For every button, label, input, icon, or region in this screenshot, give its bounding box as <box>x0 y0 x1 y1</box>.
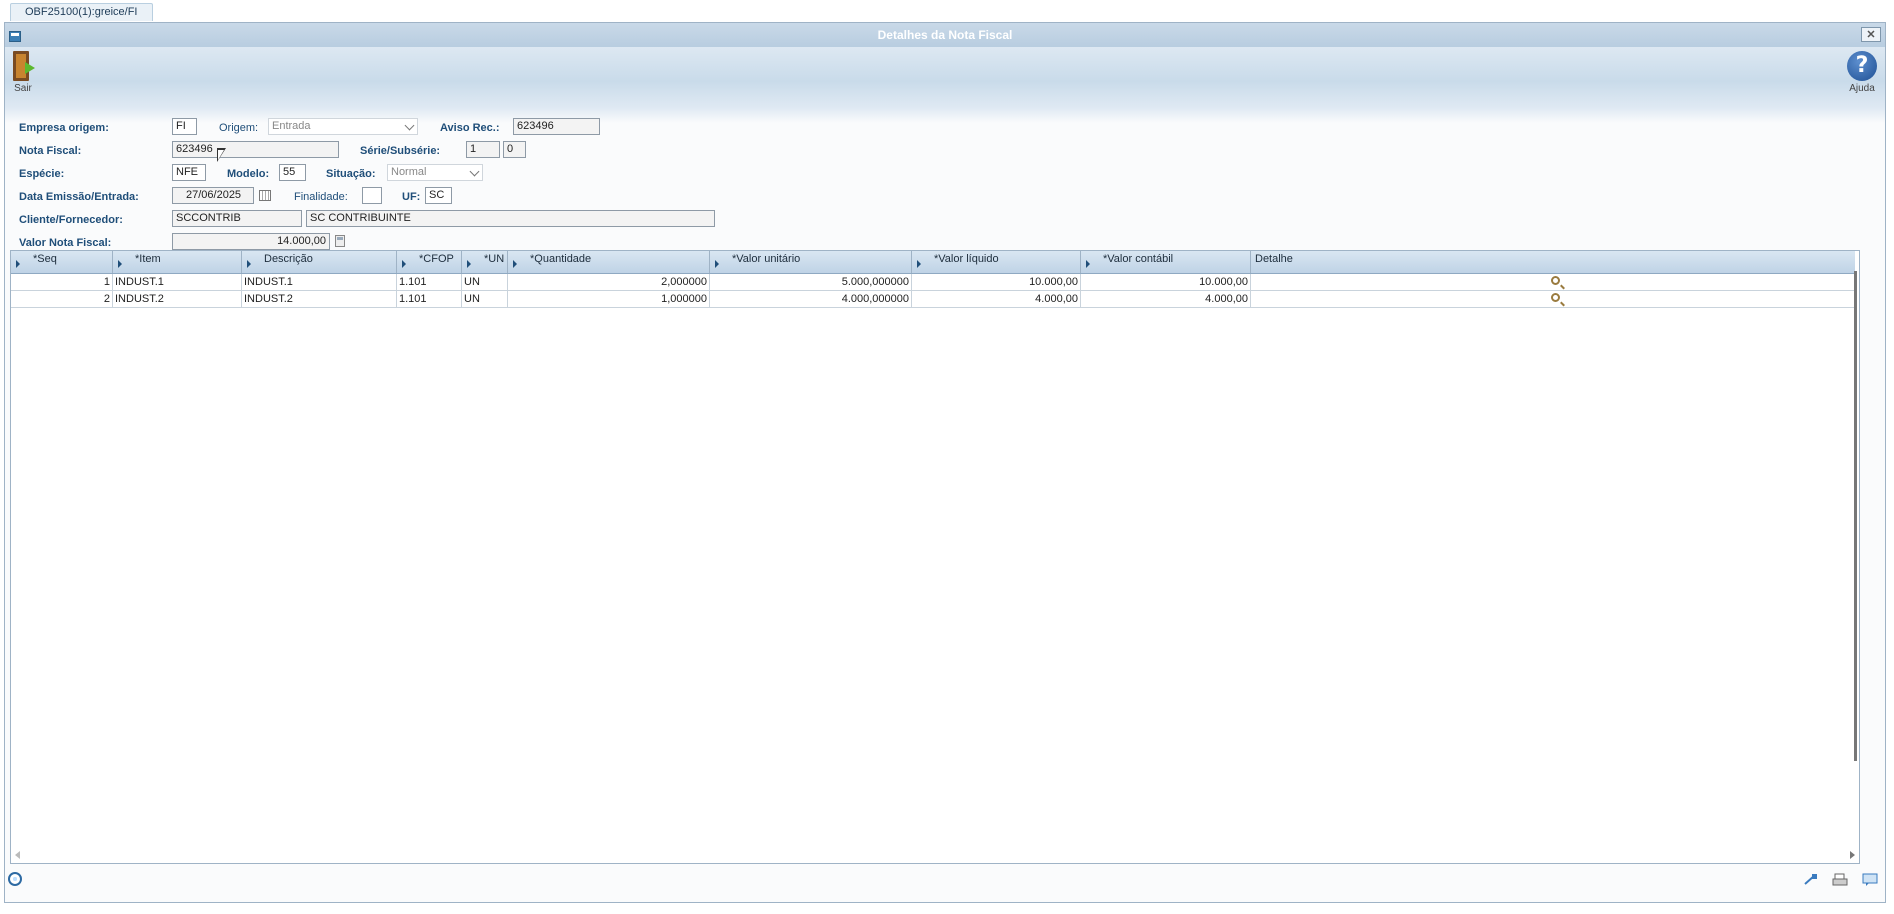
subserie-field[interactable]: 0 <box>503 141 526 158</box>
print-icon[interactable] <box>1832 873 1848 887</box>
cell-valor-contabil[interactable]: 4.000,00 <box>1081 291 1251 307</box>
column-header-valor-unitario[interactable]: *Valor unitário <box>710 251 912 273</box>
cell-detalhe <box>1251 274 1855 290</box>
items-grid: *Seq *Item Descrição *CFOP *UN *Quantida… <box>10 250 1860 864</box>
serie-label: Série/Subsérie: <box>360 145 441 157</box>
scroll-left-arrow-icon[interactable] <box>15 851 20 859</box>
finalidade-field[interactable] <box>362 187 382 204</box>
status-icon[interactable] <box>8 872 22 886</box>
valor-field[interactable]: 14.000,00 <box>172 233 330 250</box>
situacao-label: Situação: <box>326 168 376 180</box>
empresa-origem-field[interactable]: FI <box>172 118 197 135</box>
calendar-icon[interactable] <box>259 190 271 201</box>
cell-quantidade[interactable]: 2,000000 <box>508 274 710 290</box>
message-icon[interactable] <box>1862 873 1878 887</box>
cell-valor-unitario[interactable]: 4.000,000000 <box>710 291 912 307</box>
exit-label: Sair <box>14 83 32 94</box>
table-row[interactable]: 1 INDUST.1 INDUST.1 1.101 UN 2,000000 5.… <box>11 274 1855 291</box>
cell-descricao[interactable]: INDUST.2 <box>242 291 397 307</box>
title-bar: Detalhes da Nota Fiscal ✕ <box>5 23 1885 47</box>
modelo-field[interactable]: 55 <box>279 164 306 181</box>
cell-detalhe <box>1251 291 1855 307</box>
aviso-rec-field[interactable]: 623496 <box>513 118 600 135</box>
tab-session[interactable]: OBF25100(1):greice/FI <box>10 3 153 21</box>
column-header-valor-contabil[interactable]: *Valor contábil <box>1081 251 1251 273</box>
cliente-name-field[interactable]: SC CONTRIBUINTE <box>306 210 715 227</box>
help-icon: ? <box>1847 51 1877 81</box>
link-icon[interactable] <box>1802 873 1818 887</box>
situacao-select[interactable]: Normal <box>387 164 483 181</box>
modelo-label: Modelo: <box>227 168 270 180</box>
column-header-quantidade[interactable]: *Quantidade <box>508 251 710 273</box>
aviso-rec-label: Aviso Rec.: <box>440 122 500 134</box>
cliente-code-field[interactable]: SCCONTRIB <box>172 210 302 227</box>
close-button[interactable]: ✕ <box>1861 27 1881 42</box>
column-header-item[interactable]: *Item <box>113 251 242 273</box>
calculator-icon[interactable] <box>335 235 345 247</box>
toolbar: Sair ? Ajuda <box>5 47 1885 123</box>
table-row[interactable]: 2 INDUST.2 INDUST.2 1.101 UN 1,000000 4.… <box>11 291 1855 308</box>
cell-cfop[interactable]: 1.101 <box>397 291 462 307</box>
column-header-descricao[interactable]: Descrição <box>242 251 397 273</box>
finalidade-label: Finalidade: <box>294 191 348 203</box>
grid-header: *Seq *Item Descrição *CFOP *UN *Quantida… <box>11 251 1855 274</box>
origem-value: Entrada <box>272 120 311 132</box>
nota-fiscal-field[interactable]: 623496 <box>172 141 339 158</box>
chevron-down-icon <box>404 120 415 131</box>
cell-item[interactable]: INDUST.1 <box>113 274 242 290</box>
serie-field[interactable]: 1 <box>466 141 500 158</box>
cell-valor-liquido[interactable]: 10.000,00 <box>912 274 1081 290</box>
cell-valor-unitario[interactable]: 5.000,000000 <box>710 274 912 290</box>
door-exit-icon <box>13 51 35 81</box>
help-button[interactable]: ? Ajuda <box>1847 51 1877 94</box>
especie-field[interactable]: NFE <box>172 164 206 181</box>
cell-descricao[interactable]: INDUST.1 <box>242 274 397 290</box>
cell-item[interactable]: INDUST.2 <box>113 291 242 307</box>
uf-label: UF: <box>402 191 421 203</box>
cell-cfop[interactable]: 1.101 <box>397 274 462 290</box>
situacao-value: Normal <box>391 166 427 178</box>
empresa-origem-label: Empresa origem: <box>19 122 109 134</box>
data-label: Data Emissão/Entrada: <box>19 191 139 203</box>
magnifier-icon[interactable] <box>1551 276 1560 285</box>
cliente-label: Cliente/Fornecedor: <box>19 214 123 226</box>
vertical-scrollbar[interactable] <box>1854 271 1857 761</box>
origem-label: Origem: <box>219 122 259 134</box>
help-label: Ajuda <box>1849 83 1875 94</box>
uf-field[interactable]: SC <box>425 187 452 204</box>
cell-un[interactable]: UN <box>462 291 508 307</box>
column-header-valor-liquido[interactable]: *Valor líquido <box>912 251 1081 273</box>
window-title: Detalhes da Nota Fiscal <box>877 28 1013 42</box>
tab-strip: OBF25100(1):greice/FI <box>0 0 1894 22</box>
scroll-right-arrow-icon[interactable] <box>1850 851 1855 859</box>
mouse-cursor <box>217 148 226 162</box>
cell-seq[interactable]: 1 <box>11 274 113 290</box>
column-header-detalhe[interactable]: Detalhe <box>1251 251 1855 273</box>
data-field[interactable]: 27/06/2025 <box>172 187 254 204</box>
column-header-un[interactable]: *UN <box>462 251 508 273</box>
cell-valor-liquido[interactable]: 4.000,00 <box>912 291 1081 307</box>
cell-seq[interactable]: 2 <box>11 291 113 307</box>
column-header-seq[interactable]: *Seq <box>11 251 113 273</box>
cell-quantidade[interactable]: 1,000000 <box>508 291 710 307</box>
cell-valor-contabil[interactable]: 10.000,00 <box>1081 274 1251 290</box>
chevron-down-icon <box>469 166 480 177</box>
especie-label: Espécie: <box>19 168 65 180</box>
magnifier-icon[interactable] <box>1551 293 1560 302</box>
nota-fiscal-label: Nota Fiscal: <box>19 145 82 157</box>
origem-select[interactable]: Entrada <box>268 118 418 135</box>
cell-un[interactable]: UN <box>462 274 508 290</box>
column-header-cfop[interactable]: *CFOP <box>397 251 462 273</box>
exit-button[interactable]: Sair <box>13 51 35 94</box>
valor-label: Valor Nota Fiscal: <box>19 237 112 249</box>
